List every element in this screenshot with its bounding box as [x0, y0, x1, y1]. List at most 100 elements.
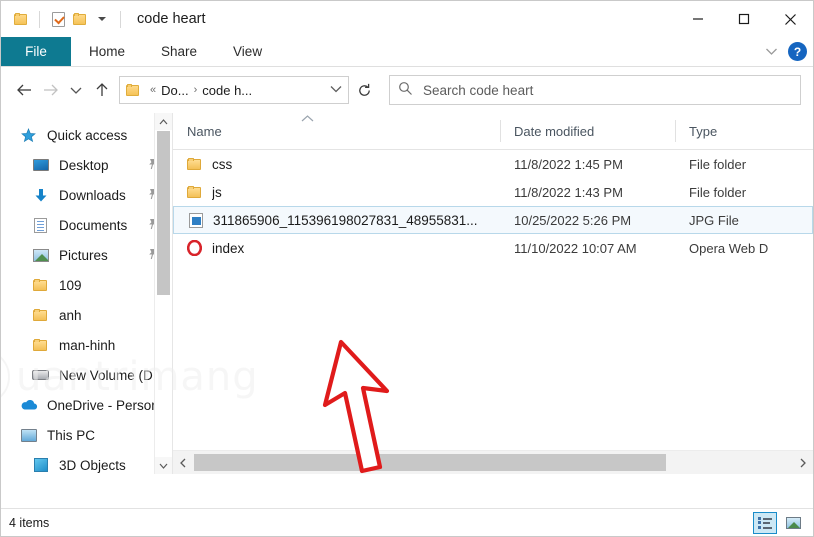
sidebar-label: New Volume (D:)	[59, 367, 162, 383]
sidebar-scroll-thumb[interactable]	[157, 131, 170, 295]
refresh-button[interactable]	[349, 76, 379, 104]
folder-icon	[31, 279, 50, 291]
forward-button[interactable]	[37, 77, 63, 103]
folder-icon[interactable]	[10, 8, 32, 30]
column-header-type[interactable]: Type	[675, 113, 805, 149]
quick-access-toolbar: code heart	[1, 1, 206, 37]
onedrive-icon	[19, 399, 38, 411]
breadcrumb-separator: ›	[193, 84, 198, 96]
horizontal-scrollbar[interactable]	[173, 450, 813, 474]
view-mode-buttons	[753, 511, 805, 534]
file-list-pane: Name Date modified Type css 11/8/2022 1:…	[172, 113, 813, 474]
tab-file[interactable]: File	[1, 37, 71, 66]
column-header-name[interactable]: Name	[173, 113, 500, 149]
download-icon	[31, 188, 50, 203]
scroll-left-icon[interactable]	[173, 451, 194, 474]
file-type: Opera Web D	[689, 240, 769, 256]
file-explorer-window: code heart File Home Share View ? « Do..…	[0, 0, 814, 537]
sidebar-label: Pictures	[59, 247, 108, 263]
details-view-icon	[758, 516, 772, 529]
scroll-right-icon[interactable]	[792, 451, 813, 474]
breadcrumb-documents[interactable]: Do...	[161, 83, 188, 98]
sidebar-label: OneDrive - Person	[47, 397, 159, 413]
sidebar-item-downloads[interactable]: Downloads	[1, 180, 172, 210]
sidebar-item-desktop[interactable]: Desktop	[1, 150, 172, 180]
sidebar-label: This PC	[47, 427, 96, 443]
close-button[interactable]	[767, 1, 813, 37]
address-bar[interactable]: « Do... › code h...	[119, 76, 349, 104]
large-icons-view-icon	[785, 516, 801, 529]
search-icon	[398, 81, 413, 99]
tab-view[interactable]: View	[215, 37, 280, 66]
documents-icon	[31, 217, 50, 233]
sidebar-scrollbar[interactable]	[154, 113, 172, 474]
sidebar-item-man-hinh[interactable]: man-hinh	[1, 330, 172, 360]
sidebar-item-109[interactable]: 109	[1, 270, 172, 300]
file-type: File folder	[689, 184, 747, 200]
window-controls	[675, 1, 813, 37]
table-row[interactable]: index 11/10/2022 10:07 AM Opera Web D	[173, 234, 813, 262]
title-bar: code heart	[1, 1, 813, 37]
this-pc-icon	[19, 428, 38, 442]
file-type: File folder	[689, 156, 747, 172]
sidebar-item-this-pc[interactable]: This PC	[1, 420, 172, 450]
sidebar-label: man-hinh	[59, 337, 116, 353]
table-row[interactable]: css 11/8/2022 1:45 PM File folder	[173, 150, 813, 178]
file-name: index	[212, 240, 245, 256]
sidebar-label: Quick access	[47, 127, 128, 143]
breadcrumb-overflow[interactable]: «	[150, 84, 156, 96]
address-dropdown-icon[interactable]	[330, 84, 342, 96]
sidebar-item-documents[interactable]: Documents	[1, 210, 172, 240]
search-input[interactable]: Search code heart	[389, 75, 801, 105]
sidebar-item-new-volume-d[interactable]: New Volume (D:)	[1, 360, 172, 390]
tab-share[interactable]: Share	[143, 37, 215, 66]
help-button[interactable]: ?	[788, 42, 807, 61]
chevron-down-icon[interactable]	[765, 45, 778, 58]
file-date-modified: 11/8/2022 1:43 PM	[514, 184, 623, 200]
drive-icon	[31, 370, 50, 380]
maximize-button[interactable]	[721, 1, 767, 37]
scroll-down-icon[interactable]	[155, 457, 172, 474]
file-name: 311865906_115396198027831_48955831...	[213, 212, 478, 228]
sidebar-item-anh[interactable]: anh	[1, 300, 172, 330]
details-view-button[interactable]	[753, 511, 777, 534]
status-bar: 4 items	[1, 508, 813, 536]
search-placeholder: Search code heart	[423, 82, 534, 98]
folder-icon	[186, 186, 203, 198]
properties-icon[interactable]	[47, 8, 69, 30]
sidebar-item-onedrive[interactable]: OneDrive - Person	[1, 390, 172, 420]
folder-icon	[186, 158, 203, 170]
table-row[interactable]: js 11/8/2022 1:43 PM File folder	[173, 178, 813, 206]
file-date-modified: 11/10/2022 10:07 AM	[514, 240, 637, 256]
address-folder-icon	[126, 84, 140, 96]
navigation-bar: « Do... › code h... Search code heart	[1, 67, 813, 113]
horizontal-scroll-thumb[interactable]	[194, 454, 667, 471]
large-icons-view-button[interactable]	[781, 512, 805, 534]
sidebar-label: 3D Objects	[59, 457, 126, 473]
window-title: code heart	[137, 11, 206, 27]
sidebar-item-3d-objects[interactable]: 3D Objects	[1, 450, 172, 474]
horizontal-scroll-track[interactable]	[194, 451, 792, 474]
file-date-modified: 11/8/2022 1:45 PM	[514, 156, 623, 172]
sort-ascending-icon	[301, 114, 314, 125]
scroll-up-icon[interactable]	[155, 113, 172, 130]
new-folder-icon[interactable]	[69, 8, 91, 30]
pictures-icon	[31, 248, 50, 262]
sidebar-label: Documents	[59, 217, 128, 233]
column-header-date-modified[interactable]: Date modified	[500, 113, 675, 149]
table-row-selected[interactable]: 311865906_115396198027831_48955831... 10…	[173, 206, 813, 234]
sidebar-label: Desktop	[59, 157, 109, 173]
back-button[interactable]	[11, 77, 37, 103]
sidebar-item-quick-access[interactable]: Quick access	[1, 120, 172, 150]
recent-locations-button[interactable]	[63, 77, 89, 103]
tab-home[interactable]: Home	[71, 37, 143, 66]
folder-icon	[31, 309, 50, 321]
up-button[interactable]	[89, 77, 115, 103]
navigation-pane: Quick access Desktop Downloads Documents…	[1, 113, 172, 474]
breadcrumb-code-heart[interactable]: code h...	[202, 83, 252, 98]
opera-icon	[186, 240, 203, 256]
sidebar-item-pictures[interactable]: Pictures	[1, 240, 172, 270]
minimize-button[interactable]	[675, 1, 721, 37]
qat-separator-2	[120, 10, 121, 28]
customize-dropdown-icon[interactable]	[91, 8, 113, 30]
